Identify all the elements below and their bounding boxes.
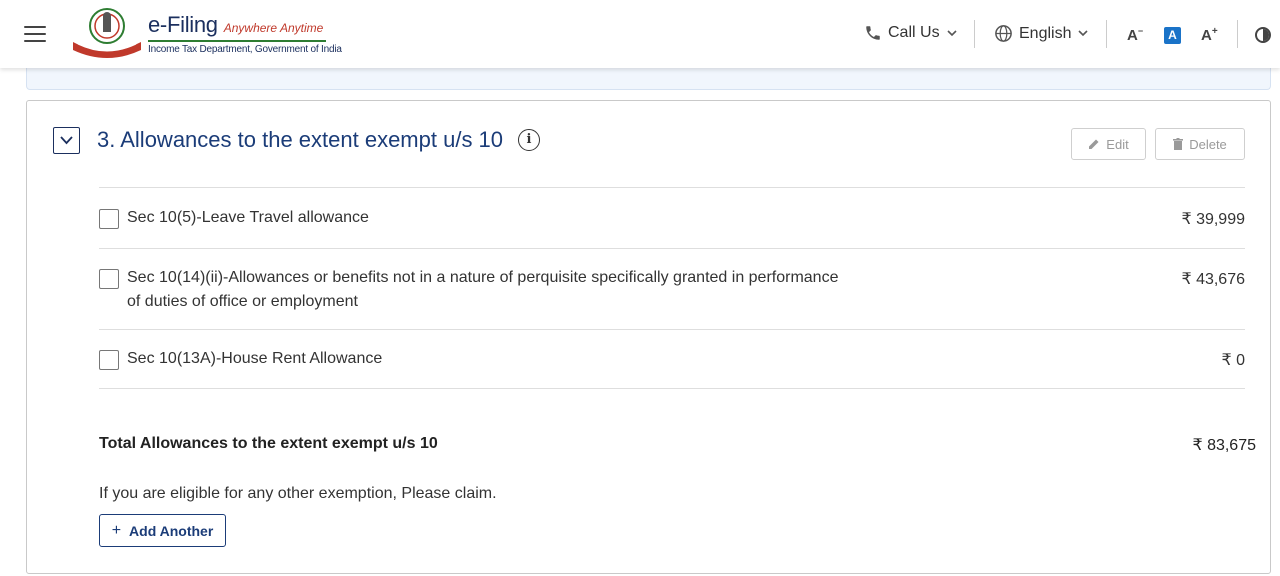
trash-icon — [1173, 138, 1184, 150]
total-label: Total Allowances to the extent exempt u/… — [99, 435, 438, 452]
font-decrease-button[interactable]: A− — [1127, 26, 1143, 44]
plus-icon: + — [111, 521, 122, 539]
pencil-icon — [1089, 139, 1099, 149]
item-amount: ₹ 43,676 — [1181, 271, 1245, 288]
list-item: Sec 10(14)(ii)-Allowances or benefits no… — [99, 248, 1245, 329]
delete-label: Delete — [1189, 136, 1227, 152]
item-checkbox[interactable] — [99, 269, 119, 289]
language-dropdown[interactable]: English — [994, 24, 1089, 43]
brand-subtitle: Income Tax Department, Government of Ind… — [148, 44, 342, 55]
brand-tagline: Anywhere Anytime — [223, 21, 324, 35]
add-another-label: Add Another — [129, 522, 214, 539]
top-header: e-Filing Anywhere Anytime Income Tax Dep… — [0, 0, 1280, 68]
phone-icon — [866, 26, 880, 40]
header-divider — [1237, 20, 1238, 48]
font-increase-button[interactable]: A+ — [1201, 26, 1218, 44]
brand-block: e-Filing Anywhere Anytime Income Tax Dep… — [148, 12, 342, 55]
item-amount: ₹ 39,999 — [1181, 211, 1245, 228]
chevron-down-icon — [946, 30, 957, 37]
language-label: English — [1019, 24, 1072, 42]
chevron-down-icon — [1078, 29, 1089, 36]
menu-icon[interactable] — [24, 26, 46, 42]
claim-hint-text: If you are eligible for any other exempt… — [99, 485, 497, 502]
edit-label: Edit — [1106, 136, 1129, 152]
item-label: Sec 10(5)-Leave Travel allowance — [127, 209, 369, 226]
edit-button[interactable]: Edit — [1071, 128, 1146, 160]
section-title: 3. Allowances to the extent exempt u/s 1… — [97, 127, 504, 152]
list-item: Sec 10(13A)-House Rent Allowance ₹ 0 — [99, 329, 1245, 389]
brand-divider — [148, 40, 326, 42]
chevron-down-icon — [60, 136, 73, 145]
item-amount: ₹ 0 — [1221, 352, 1245, 369]
delete-button[interactable]: Delete — [1155, 128, 1245, 160]
call-us-label: Call Us — [888, 24, 940, 41]
income-tax-emblem-logo — [73, 8, 141, 58]
header-divider — [974, 20, 975, 48]
contrast-toggle-icon[interactable] — [1255, 27, 1271, 43]
globe-icon — [995, 25, 1012, 42]
brand-name: e-Filing — [148, 12, 218, 37]
header-divider — [1106, 20, 1107, 48]
item-label: Sec 10(13A)-House Rent Allowance — [127, 350, 383, 367]
list-item: Sec 10(5)-Leave Travel allowance ₹ 39,99… — [99, 187, 1245, 248]
font-normal-button[interactable]: A — [1164, 27, 1181, 44]
allowances-section-card: 3. Allowances to the extent exempt u/s 1… — [26, 100, 1271, 574]
add-another-button[interactable]: + Add Another — [99, 514, 226, 547]
allowance-list: Sec 10(5)-Leave Travel allowance ₹ 39,99… — [99, 187, 1245, 389]
total-amount: ₹ 83,675 — [1192, 437, 1256, 454]
collapse-toggle-button[interactable] — [53, 127, 80, 154]
item-label: Sec 10(14)(ii)-Allowances or benefits no… — [127, 269, 839, 310]
item-checkbox[interactable] — [99, 350, 119, 370]
item-checkbox[interactable] — [99, 209, 119, 229]
call-us-dropdown[interactable]: Call Us — [864, 24, 958, 42]
info-icon[interactable]: i — [518, 129, 540, 151]
